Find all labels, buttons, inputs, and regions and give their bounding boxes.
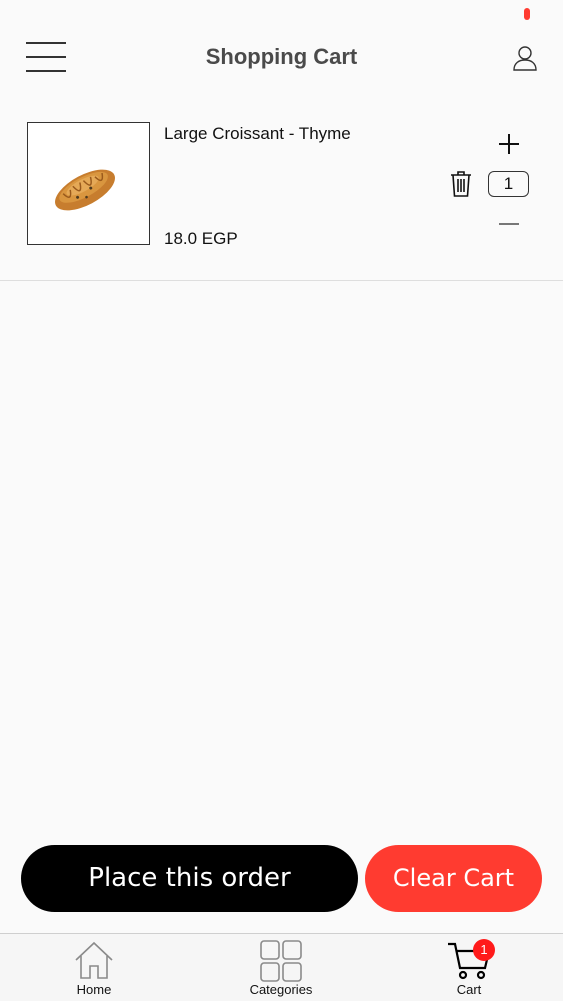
plus-icon[interactable]: [497, 132, 521, 156]
app-header: Shopping Cart: [0, 28, 563, 86]
item-name: Large Croissant - Thyme: [164, 124, 351, 143]
clear-cart-button[interactable]: Clear Cart: [365, 845, 542, 912]
cart-item: Large Croissant - Thyme 18.0 EGP 1: [0, 100, 563, 281]
item-price: 18.0 EGP: [164, 229, 238, 248]
tab-home[interactable]: Home: [54, 934, 134, 1001]
cart-count-badge: 1: [473, 939, 495, 961]
tab-home-label: Home: [76, 982, 112, 997]
tab-categories-label: Categories: [249, 982, 313, 997]
croissant-image: [27, 122, 150, 245]
trash-icon[interactable]: [449, 170, 473, 198]
page-title: Shopping Cart: [205, 44, 358, 69]
quantity-field[interactable]: 1: [488, 171, 529, 197]
user-icon[interactable]: [511, 44, 539, 72]
tab-cart[interactable]: Cart: [429, 934, 509, 1001]
minus-icon[interactable]: [497, 212, 521, 236]
tab-cart-label: Cart: [456, 982, 482, 997]
place-order-button[interactable]: Place this order: [21, 845, 358, 912]
tab-categories[interactable]: Categories: [231, 934, 331, 1001]
recording-indicator: [524, 8, 530, 20]
